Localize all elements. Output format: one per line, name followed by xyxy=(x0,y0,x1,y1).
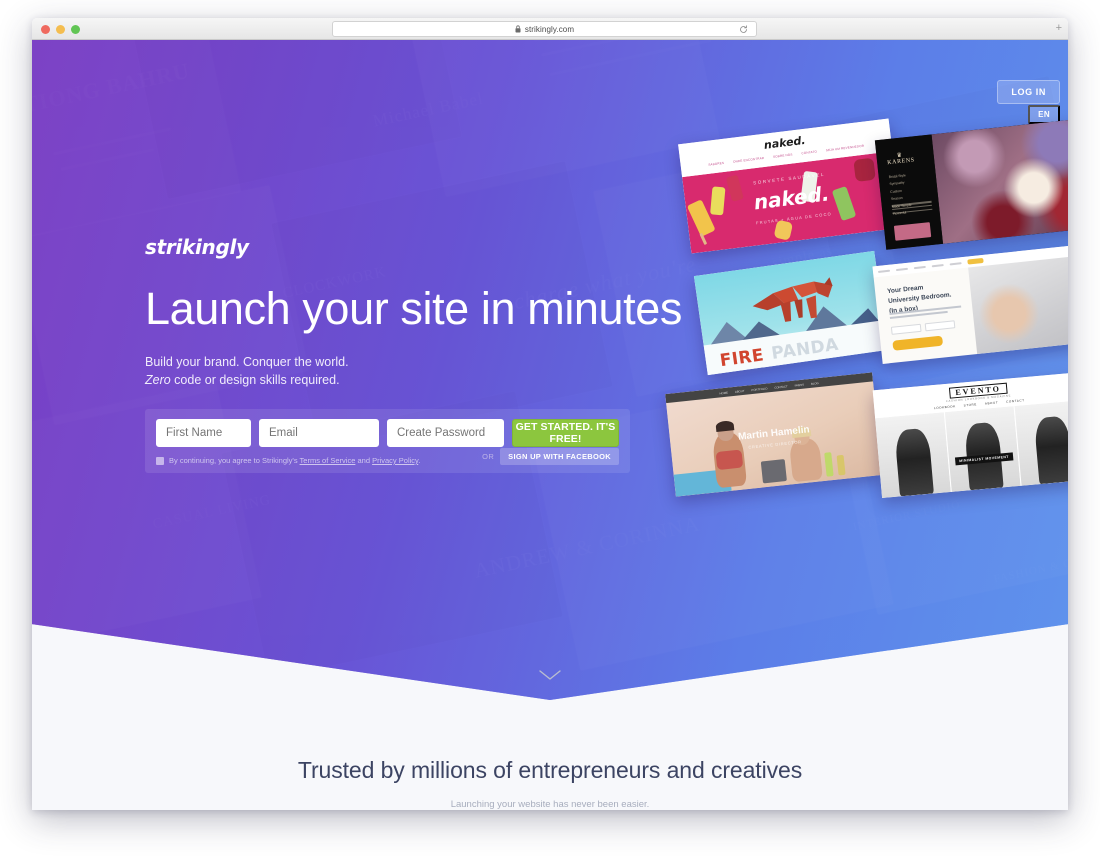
lookbook-cell xyxy=(1014,399,1068,486)
hero-subtitle-line2: Zero code or design skills required. xyxy=(145,372,665,390)
strikingly-logo[interactable]: strikingly xyxy=(145,235,665,259)
window-traffic-lights xyxy=(41,25,80,34)
first-name-input[interactable] xyxy=(156,419,251,447)
signup-fields: GET STARTED. IT'S FREE! xyxy=(156,419,619,447)
reload-icon[interactable] xyxy=(739,25,748,34)
florist-photo xyxy=(931,118,1068,244)
florist-link: Sympathy xyxy=(889,180,905,187)
naked-wordmark: naked. xyxy=(752,181,831,215)
url-text: strikingly.com xyxy=(524,24,575,34)
hero-section: TIONG BAHRU Michael Babel CLOCKWORK char… xyxy=(32,40,1068,700)
naked-menu-item: SEJA UM REVENDEDOR xyxy=(825,143,865,153)
naked-logo: naked. xyxy=(763,133,807,152)
template-card-fire-panda[interactable]: PANDA FIRE xyxy=(693,250,889,376)
hero-content: strikingly Launch your site in minutes B… xyxy=(145,235,683,390)
naked-menu-item: SABORES xyxy=(708,160,725,167)
evento-menu-item: LOOKBOOK xyxy=(933,404,956,411)
lock-icon xyxy=(515,25,521,33)
template-card-dream-bedroom[interactable]: Your Dream University Bedroom. (In a box… xyxy=(872,244,1068,364)
alt-signup-group: OR SIGN UP WITH FACEBOOK xyxy=(482,448,619,465)
password-input[interactable] xyxy=(387,419,504,447)
legal-suffix: . xyxy=(418,456,421,465)
evento-menu-item: STORE xyxy=(963,402,978,408)
lookbook-cell xyxy=(875,412,952,498)
hero-subtitle-rest: code or design skills required. xyxy=(170,373,340,387)
florist-link: Custom xyxy=(890,188,903,194)
address-bar-content: strikingly.com xyxy=(515,25,574,34)
privacy-policy-link[interactable]: Privacy Policy xyxy=(372,456,418,465)
legal-prefix: By continuing, you agree to Strikingly's xyxy=(169,456,300,465)
get-started-button[interactable]: GET STARTED. IT'S FREE! xyxy=(512,419,619,447)
signup-form: GET STARTED. IT'S FREE! By continuing, y… xyxy=(145,409,630,473)
naked-menu-item: ONDE ENCONTRAR xyxy=(732,155,765,164)
trusted-heading: Trusted by millions of entrepreneurs and… xyxy=(297,757,803,783)
terms-checkbox[interactable] xyxy=(156,456,164,465)
hamelin-menu-item: ABOUT xyxy=(734,388,745,394)
hamelin-menu-item: BLOG xyxy=(810,380,819,386)
close-window-button[interactable] xyxy=(41,25,50,34)
minimize-window-button[interactable] xyxy=(56,25,65,34)
browser-titlebar: strikingly.com + xyxy=(32,18,1068,40)
hero-subtitle: Build your brand. Conquer the world. Zer… xyxy=(145,354,665,390)
terms-of-service-link[interactable]: Terms of Service xyxy=(300,456,356,465)
florist-sidebar: ♛ KARENS Bridal Style Sympathy Custom Se… xyxy=(874,134,944,250)
bedroom-inputs xyxy=(890,320,956,335)
hero-subtitle-emphasis: Zero xyxy=(145,373,171,387)
trusted-subheading: Launching your website has never been ea… xyxy=(450,799,650,810)
florist-cta[interactable] xyxy=(893,222,932,241)
lookbook-cell xyxy=(944,406,1022,492)
zoom-window-button[interactable] xyxy=(71,25,80,34)
hamelin-menu-item: CONTACT xyxy=(774,383,788,390)
bedroom-nav-cta[interactable] xyxy=(967,257,984,265)
naked-menu-item: CONTATO xyxy=(801,149,818,156)
florist-link: Bridal Style xyxy=(888,173,907,180)
facebook-signup-button[interactable]: SIGN UP WITH FACEBOOK xyxy=(500,448,619,465)
legal-and: and xyxy=(355,456,373,465)
scroll-down-chevron-icon[interactable] xyxy=(539,670,561,681)
evento-menu-item: ABOUT xyxy=(984,400,999,406)
naked-tagline: FRUTAS + ÁGUA DE COCO xyxy=(755,211,833,226)
evento-menu-item: CONTACT xyxy=(1005,398,1025,404)
hamelin-menu-item: HOME xyxy=(719,390,729,395)
template-card-florist[interactable]: ♛ KARENS Bridal Style Sympathy Custom Se… xyxy=(874,118,1068,250)
email-input[interactable] xyxy=(259,419,379,447)
trusted-section: Trusted by millions of entrepreneurs and… xyxy=(32,700,1068,810)
florist-logo: KARENS xyxy=(886,157,916,167)
address-bar[interactable]: strikingly.com xyxy=(332,21,757,37)
or-label: OR xyxy=(482,452,495,461)
template-card-martin-hamelin[interactable]: Martin Hamelin CREATIVE DIRECTOR HOME AB… xyxy=(665,372,883,497)
hamelin-menu-item: PRESS xyxy=(794,382,805,388)
hamelin-menu-item: PORTFOLIO xyxy=(751,385,768,392)
template-card-naked[interactable]: SORVETE SAUDÁVEL naked. FRUTAS + ÁGUA DE… xyxy=(678,118,902,254)
legal-text: By continuing, you agree to Strikingly's… xyxy=(169,456,420,465)
browser-window: strikingly.com + LOG IN EN strikingly La… xyxy=(32,18,1068,810)
hero-subtitle-line1: Build your brand. Conquer the world. xyxy=(145,355,349,370)
florist-link: Season xyxy=(890,195,903,202)
page-viewport: TIONG BAHRU Michael Babel CLOCKWORK char… xyxy=(32,40,1068,810)
template-showcase: SORVETE SAUDÁVEL naked. FRUTAS + ÁGUA DE… xyxy=(632,95,1068,498)
naked-menu-item: SOBRE NÓS xyxy=(772,152,793,159)
bedroom-cta[interactable] xyxy=(892,335,944,351)
new-tab-button[interactable]: + xyxy=(1056,23,1062,34)
page-title: Launch your site in minutes xyxy=(145,283,683,334)
template-card-evento[interactable]: MINIMALIST MOVEMENT EVENTO FASHION LOOKB… xyxy=(872,372,1068,498)
